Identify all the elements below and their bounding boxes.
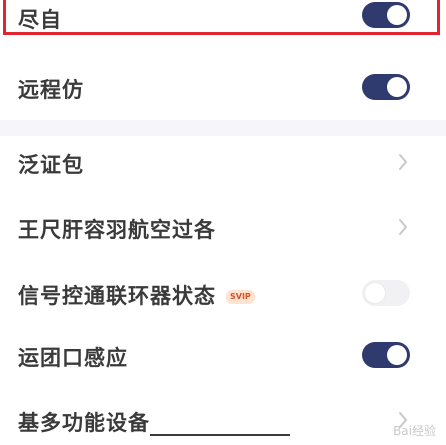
settings-row-3[interactable]: 王尺肝容羽航空过各 (0, 202, 446, 252)
watermark: Bai经验 (393, 424, 436, 438)
settings-row-5-label: 运团口感应 (18, 346, 128, 370)
settings-row-5-toggle[interactable] (362, 342, 410, 368)
settings-row-3-label: 王尺肝容羽航空过各 (18, 218, 216, 242)
highlight-box (3, 0, 440, 35)
settings-row-4-label: 信号控通联环器状态 SVIP (18, 280, 255, 310)
section-divider (0, 120, 446, 136)
settings-row-4-toggle[interactable] (362, 280, 410, 306)
settings-row-2[interactable]: 泛证包 (0, 137, 446, 187)
text-underline (150, 434, 290, 436)
settings-row-4[interactable]: 信号控通联环器状态 SVIP (0, 268, 446, 318)
settings-row-6[interactable]: 基多功能设备 (0, 395, 446, 445)
settings-row-5[interactable]: 运团口感应 (0, 330, 446, 380)
toggle-knob (387, 77, 407, 97)
settings-row-1-label: 远程仿 (18, 78, 84, 102)
chevron-right-icon (399, 154, 407, 170)
chevron-right-icon (399, 219, 407, 235)
settings-row-6-label: 基多功能设备 (18, 411, 150, 435)
toggle-knob (387, 345, 407, 365)
settings-row-4-text: 信号控通联环器状态 (18, 284, 216, 308)
settings-row-2-label: 泛证包 (18, 153, 84, 177)
settings-row-1[interactable]: 远程仿 (0, 62, 446, 112)
settings-row-1-toggle[interactable] (362, 74, 410, 100)
settings-screen: 尽自 远程仿 泛证包 王尺肝容羽航空过各 信号控通联环器状态 SVIP 运团口感… (0, 0, 446, 445)
toggle-knob (365, 283, 385, 303)
svip-badge: SVIP (226, 290, 255, 304)
